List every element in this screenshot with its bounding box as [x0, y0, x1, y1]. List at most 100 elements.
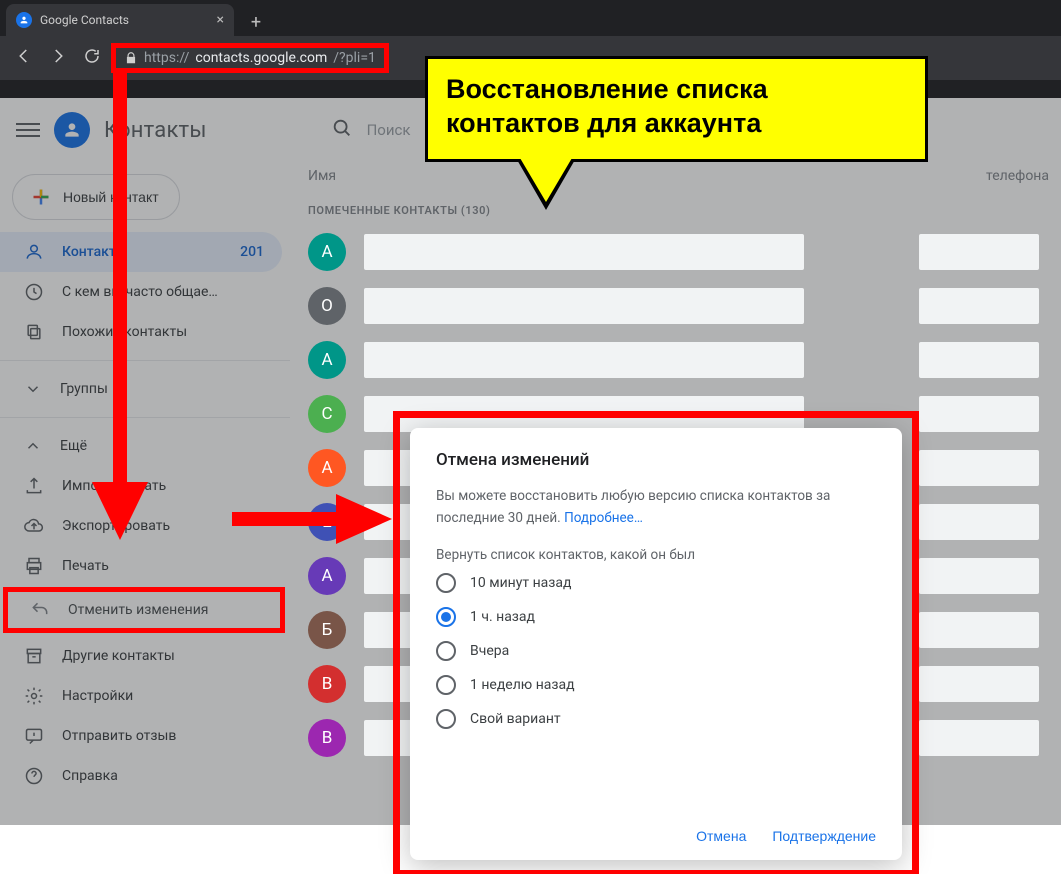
avatar: А: [308, 233, 346, 271]
cancel-button[interactable]: Отмена: [696, 828, 746, 844]
menu-button[interactable]: [16, 118, 40, 142]
contact-phone-placeholder: [919, 396, 1039, 432]
new-contact-button[interactable]: Новый контакт: [12, 174, 180, 220]
new-contact-label: Новый контакт: [63, 189, 159, 205]
close-icon[interactable]: ×: [217, 13, 224, 27]
avatar: Б: [308, 611, 346, 649]
contact-row[interactable]: А: [308, 233, 1049, 271]
sidebar-item-other[interactable]: Другие контакты: [0, 636, 282, 676]
annotation-callout-tail: [520, 158, 572, 202]
radio-option[interactable]: 1 ч. назад: [436, 607, 876, 627]
sidebar-item-label: Печать: [62, 558, 264, 574]
learn-more-link[interactable]: Подробнее…: [564, 510, 643, 526]
sidebar-item-feedback[interactable]: Отправить отзыв: [0, 716, 282, 756]
reload-button[interactable]: [80, 47, 104, 70]
undo-changes-highlight: Отменить изменения: [6, 590, 282, 630]
contact-phone-placeholder: [919, 342, 1039, 378]
browser-tab[interactable]: Google Contacts ×: [6, 4, 234, 36]
url-scheme: https://: [144, 50, 189, 66]
contact-row[interactable]: А: [308, 341, 1049, 379]
contacts-count: 201: [240, 244, 264, 260]
forward-button[interactable]: [46, 47, 70, 70]
sidebar-item-settings[interactable]: Настройки: [0, 676, 282, 716]
back-button[interactable]: [12, 47, 36, 70]
sidebar-item-help[interactable]: Справка: [0, 756, 282, 796]
radio-label: 10 минут назад: [470, 575, 571, 591]
sidebar-item-label: Отправить отзыв: [62, 728, 264, 744]
radio-option[interactable]: Свой вариант: [436, 709, 876, 729]
contact-phone-placeholder: [919, 504, 1039, 540]
sidebar-item-similar[interactable]: Похожие контакты: [0, 312, 282, 352]
contacts-favicon: [16, 12, 32, 28]
radio-option[interactable]: 1 неделю назад: [436, 675, 876, 695]
contact-phone-placeholder: [919, 288, 1039, 324]
search-icon[interactable]: [331, 117, 353, 143]
radio-option[interactable]: 10 минут назад: [436, 573, 876, 593]
avatar: B: [308, 719, 346, 757]
sidebar-item-undo-changes[interactable]: Отменить изменения: [6, 590, 282, 630]
sidebar-item-contacts[interactable]: Контакты 201: [0, 232, 282, 272]
copy-icon: [24, 322, 44, 342]
new-tab-button[interactable]: +: [242, 8, 270, 36]
sidebar-item-frequent[interactable]: С кем вы часто общае…: [0, 272, 282, 312]
sidebar-item-import[interactable]: Импортировать: [0, 466, 282, 506]
gear-icon: [24, 686, 44, 706]
contacts-logo: [54, 112, 90, 148]
avatar: O: [308, 287, 346, 325]
undo-icon: [30, 600, 50, 620]
cloud-upload-icon: [24, 516, 44, 536]
sidebar-item-label: Контакты: [62, 244, 222, 260]
url-host: contacts.google.com: [195, 50, 327, 66]
search-placeholder[interactable]: Поиск: [367, 121, 411, 139]
sidebar-item-label: Справка: [62, 768, 264, 784]
dialog-subtitle: Вернуть список контактов, какой он был: [436, 547, 876, 563]
sidebar-item-label: Другие контакты: [62, 648, 264, 664]
dialog-description: Вы можете восстановить любую версию спис…: [436, 486, 876, 529]
sidebar-section-more[interactable]: Ещё: [0, 426, 290, 466]
section-title: ПОМЕЧЕННЫЕ КОНТАКТЫ (130): [308, 198, 1049, 227]
sidebar-item-label: Похожие контакты: [62, 324, 264, 340]
sidebar-item-print[interactable]: Печать: [0, 546, 282, 586]
radio-label: Вчера: [470, 643, 509, 659]
sidebar-item-label: Экспортировать: [62, 518, 264, 534]
lock-icon: [124, 51, 138, 65]
sidebar-item-export[interactable]: Экспортировать: [0, 506, 282, 546]
radio-icon: [436, 709, 456, 729]
annotation-callout: Восстановление списка контактов для акка…: [425, 56, 928, 162]
contact-phone-placeholder: [919, 558, 1039, 594]
sidebar-item-label: Настройки: [62, 688, 264, 704]
contact-name-placeholder: [364, 234, 804, 270]
address-bar[interactable]: https:// contacts.google.com /?pli=1: [114, 46, 386, 70]
radio-label: 1 ч. назад: [470, 609, 535, 625]
sidebar-section-groups[interactable]: Группы: [0, 369, 290, 409]
archive-icon: [24, 646, 44, 666]
radio-icon: [436, 607, 456, 627]
avatar: Е: [308, 503, 346, 541]
feedback-icon: [24, 726, 44, 746]
upload-icon: [24, 476, 44, 496]
contact-phone-placeholder: [919, 720, 1039, 756]
radio-icon: [436, 675, 456, 695]
radio-icon: [436, 573, 456, 593]
app-title: Контакты: [104, 118, 207, 143]
column-phone: телефона: [986, 168, 1049, 184]
radio-option[interactable]: Вчера: [436, 641, 876, 661]
contact-phone-placeholder: [919, 612, 1039, 648]
contact-row[interactable]: O: [308, 287, 1049, 325]
address-bar-highlight: https:// contacts.google.com /?pli=1: [114, 46, 386, 70]
sidebar-item-label: Отменить изменения: [68, 602, 264, 618]
avatar: А: [308, 341, 346, 379]
chevron-up-icon: [24, 437, 42, 455]
radio-icon: [436, 641, 456, 661]
avatar: A: [308, 449, 346, 487]
print-icon: [24, 556, 44, 576]
contact-name-placeholder: [364, 288, 804, 324]
contact-phone-placeholder: [919, 234, 1039, 270]
avatar: В: [308, 665, 346, 703]
person-icon: [24, 242, 44, 262]
url-path: /?pli=1: [333, 50, 376, 66]
confirm-button[interactable]: Подтверждение: [772, 828, 876, 844]
sidebar-item-label: Ещё: [60, 438, 87, 454]
browser-tab-title: Google Contacts: [40, 13, 129, 27]
history-icon: [24, 282, 44, 302]
